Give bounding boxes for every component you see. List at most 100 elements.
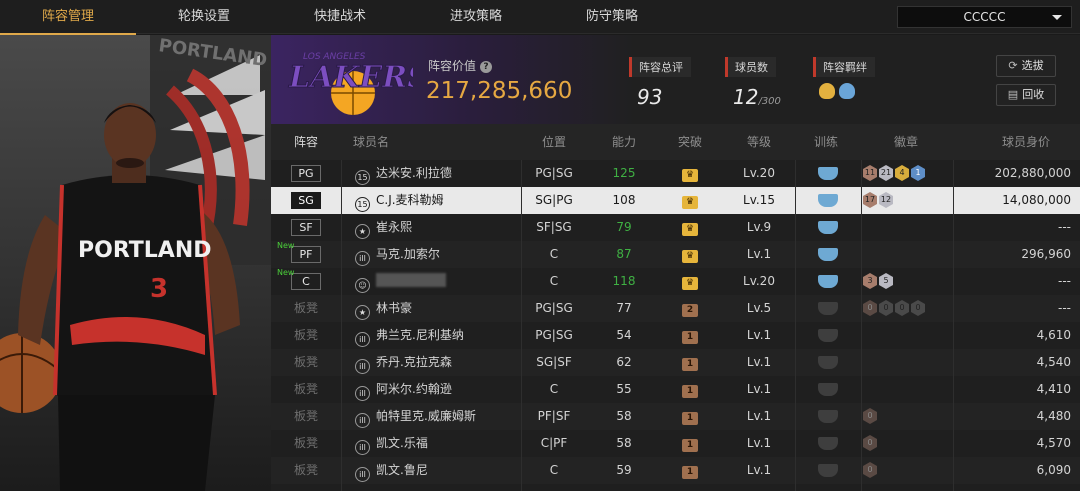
training-cell[interactable] xyxy=(795,403,861,430)
player-name-cell[interactable]: ☺ xyxy=(355,268,521,295)
table-row[interactable]: 板凳 ★ 林书豪 PG|SG 77 2 Lv.5 0 0 0 0 --- xyxy=(271,295,1080,322)
player-value-cell: 4,610 xyxy=(1036,328,1071,342)
player-name-cell[interactable]: ill 阿米尔.约翰逊 xyxy=(355,376,521,403)
divider xyxy=(795,160,796,491)
table-row[interactable]: 板凳 ill 阿米尔.约翰逊 C 55 1 Lv.1 4,410 xyxy=(271,376,1080,403)
badges-cell[interactable]: 0 xyxy=(863,457,879,484)
position-cell: SG|PG xyxy=(535,193,573,207)
blurred-name xyxy=(376,273,446,287)
table-row[interactable]: 板凳 ill 弗兰克.尼利基纳 PG|SG 54 1 Lv.1 4,610 xyxy=(271,322,1080,349)
training-shield-icon xyxy=(818,437,838,450)
player-name-cell[interactable]: 15 C.J.麦科勒姆 xyxy=(355,187,521,214)
player-name-cell[interactable]: 15 达米安.利拉德 xyxy=(355,160,521,187)
tab-offense-strategy[interactable]: 进攻策略 xyxy=(408,0,544,34)
badges-cell[interactable]: 17 12 xyxy=(863,187,895,214)
player-name-cell[interactable]: ill 马克.加索尔 xyxy=(355,241,521,268)
player-name: 凯文.鲁尼 xyxy=(376,463,428,477)
position-cell: C xyxy=(549,274,559,288)
player-name-cell[interactable]: ill 乔丹.克拉克森 xyxy=(355,349,521,376)
breakthrough-cell[interactable]: ♛ xyxy=(657,187,723,214)
team-rating-value: 93 xyxy=(637,85,663,109)
position-slot[interactable]: SF xyxy=(291,219,321,236)
breakthrough-cell[interactable]: 1 xyxy=(657,376,723,403)
table-row[interactable]: SF ★ 崔永熙 SF|SG 79 ♛ Lv.9 --- xyxy=(271,214,1080,241)
badges-cell[interactable]: 35 xyxy=(863,268,895,295)
breakthrough-cell[interactable]: ♛ xyxy=(657,241,723,268)
breakthrough-cell[interactable]: 1 xyxy=(657,457,723,484)
training-cell[interactable] xyxy=(795,187,861,214)
breakthrough-cell[interactable]: ♛ xyxy=(657,268,723,295)
new-tag: New xyxy=(277,241,295,250)
breakthrough-level: 2 xyxy=(682,304,698,317)
level-cell: Lv.1 xyxy=(746,463,772,477)
divider xyxy=(341,160,342,491)
position-cell: C xyxy=(549,463,559,477)
breakthrough-cell[interactable]: 1 xyxy=(657,349,723,376)
position-slot[interactable]: SG xyxy=(291,192,321,209)
breakthrough-cell[interactable]: 1 xyxy=(657,403,723,430)
badges-cell[interactable]: 0 xyxy=(863,430,879,457)
badges-cell[interactable]: 0 xyxy=(863,403,879,430)
breakthrough-cell[interactable]: 1 xyxy=(657,430,723,457)
table-row[interactable]: PG 15 达米安.利拉德 PG|SG 125 ♛ Lv.20 11 21 4 1 202,880,0… xyxy=(271,160,1080,187)
slot-cell: 板凳 xyxy=(271,322,341,349)
training-cell[interactable] xyxy=(795,241,861,268)
player-name-cell[interactable]: ill 弗兰克.尼利基纳 xyxy=(355,322,521,349)
training-cell[interactable] xyxy=(795,268,861,295)
tab-roster[interactable]: 阵容管理 xyxy=(0,0,136,35)
tab-quick-tactics[interactable]: 快捷战术 xyxy=(272,0,408,34)
badge-icon: 17 xyxy=(863,192,877,208)
tab-rotation[interactable]: 轮换设置 xyxy=(136,0,272,34)
account-dropdown[interactable]: CCCCC xyxy=(897,6,1072,28)
position-slot[interactable]: PG xyxy=(291,165,321,182)
select-button[interactable]: ⟳ 选拔 xyxy=(996,55,1056,77)
table-row[interactable]: 板凳 ill 帕特里克.威廉姆斯 PF|SF 58 1 Lv.1 0 4,480 xyxy=(271,403,1080,430)
training-cell[interactable] xyxy=(795,214,861,241)
training-cell[interactable] xyxy=(795,295,861,322)
help-icon[interactable]: ? xyxy=(480,61,493,73)
table-row[interactable]: 板凳 ill 凯文.乐福 C|PF 58 1 Lv.1 0 4,570 xyxy=(271,430,1080,457)
table-row[interactable]: 板凳 ill 乔丹.克拉克森 SG|SF 62 1 Lv.1 4,540 xyxy=(271,349,1080,376)
tab-defense-strategy[interactable]: 防守策略 xyxy=(544,0,680,34)
breakthrough-cell[interactable]: ♛ xyxy=(657,214,723,241)
recycle-button[interactable]: ▤ 回收 xyxy=(996,84,1056,106)
breakthrough-cell[interactable]: 2 xyxy=(657,295,723,322)
training-cell[interactable] xyxy=(795,160,861,187)
slot-cell: 板凳 xyxy=(271,403,341,430)
training-cell[interactable] xyxy=(795,349,861,376)
svg-text:PORTLAND: PORTLAND xyxy=(78,238,212,263)
training-shield-icon xyxy=(818,383,838,396)
training-cell[interactable] xyxy=(795,430,861,457)
slot-cell: 板凳 xyxy=(271,349,341,376)
training-cell[interactable] xyxy=(795,322,861,349)
player-name: 马克.加索尔 xyxy=(376,247,440,261)
slot-cell: 板凳 xyxy=(271,376,341,403)
position-cell: PG|SG xyxy=(535,328,573,342)
training-cell[interactable] xyxy=(795,457,861,484)
badge-icon: 21 xyxy=(879,165,893,181)
table-row[interactable]: New C ☺ C 118 ♛ Lv.20 3 5 --- xyxy=(271,268,1080,295)
badge-icon: 0 xyxy=(863,300,877,316)
ability-cell: 79 xyxy=(616,220,632,234)
breakthrough-level: 1 xyxy=(682,358,698,371)
player-name-cell[interactable]: ★ 崔永熙 xyxy=(355,214,521,241)
player-portrait-panel[interactable]: PORTLAND PORTLAND 3 xyxy=(0,35,271,491)
player-name: 乔丹.克拉克森 xyxy=(376,355,452,369)
team-bond-icons[interactable] xyxy=(813,83,875,103)
player-name-cell[interactable]: ★ 林书豪 xyxy=(355,295,521,322)
table-row[interactable]: New PF ill 马克.加索尔 C 87 ♛ Lv.1 296,960 xyxy=(271,241,1080,268)
player-name-cell[interactable]: ill 凯文.乐福 xyxy=(355,430,521,457)
breakthrough-cell[interactable]: 1 xyxy=(657,322,723,349)
player-name-cell[interactable]: ill 凯文.鲁尼 xyxy=(355,457,521,484)
player-name-cell[interactable]: ill 帕特里克.威廉姆斯 xyxy=(355,403,521,430)
level-cell: Lv.5 xyxy=(746,301,772,315)
table-row[interactable]: 板凳 ill 凯文.鲁尼 C 59 1 Lv.1 0 6,090 xyxy=(271,457,1080,484)
training-cell[interactable] xyxy=(795,376,861,403)
table-row[interactable]: SG 15 C.J.麦科勒姆 SG|PG 108 ♛ Lv.15 17 12 14,080,000 xyxy=(271,187,1080,214)
position-slot[interactable]: C xyxy=(291,273,321,290)
breakthrough-cell[interactable]: ♛ xyxy=(657,160,723,187)
badges-cell[interactable]: 11 21 4 1 xyxy=(863,160,927,187)
training-shield-icon xyxy=(818,221,838,234)
badges-cell[interactable]: 0000 xyxy=(863,295,927,322)
position-slot[interactable]: PF xyxy=(291,246,321,263)
